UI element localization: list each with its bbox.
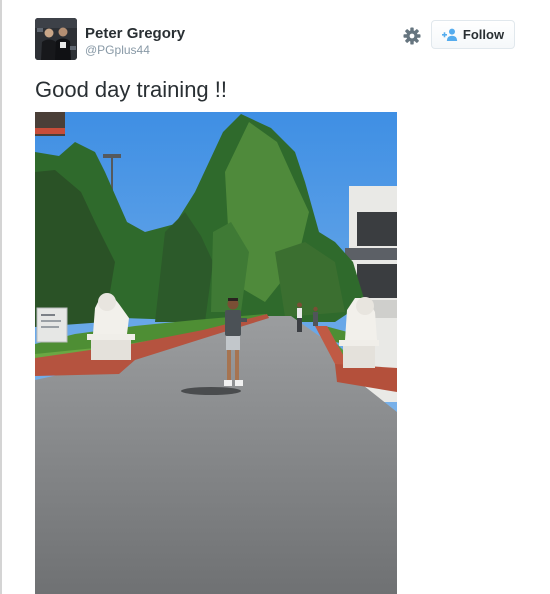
follow-button-label: Follow (462, 27, 505, 42)
author-avatar[interactable] (35, 18, 77, 60)
tweet-text: Good day training !! (35, 77, 228, 102)
author-handle[interactable]: @PGplus44 (85, 43, 150, 58)
avatar-image (35, 18, 77, 60)
tweet-photo-image (35, 112, 397, 594)
author-name[interactable]: Peter Gregory (85, 25, 185, 43)
gear-icon[interactable] (402, 26, 422, 46)
window-edge (0, 0, 2, 594)
add-user-icon (441, 28, 458, 41)
follow-button[interactable]: Follow (431, 20, 515, 49)
tweet-photo[interactable] (35, 112, 397, 594)
